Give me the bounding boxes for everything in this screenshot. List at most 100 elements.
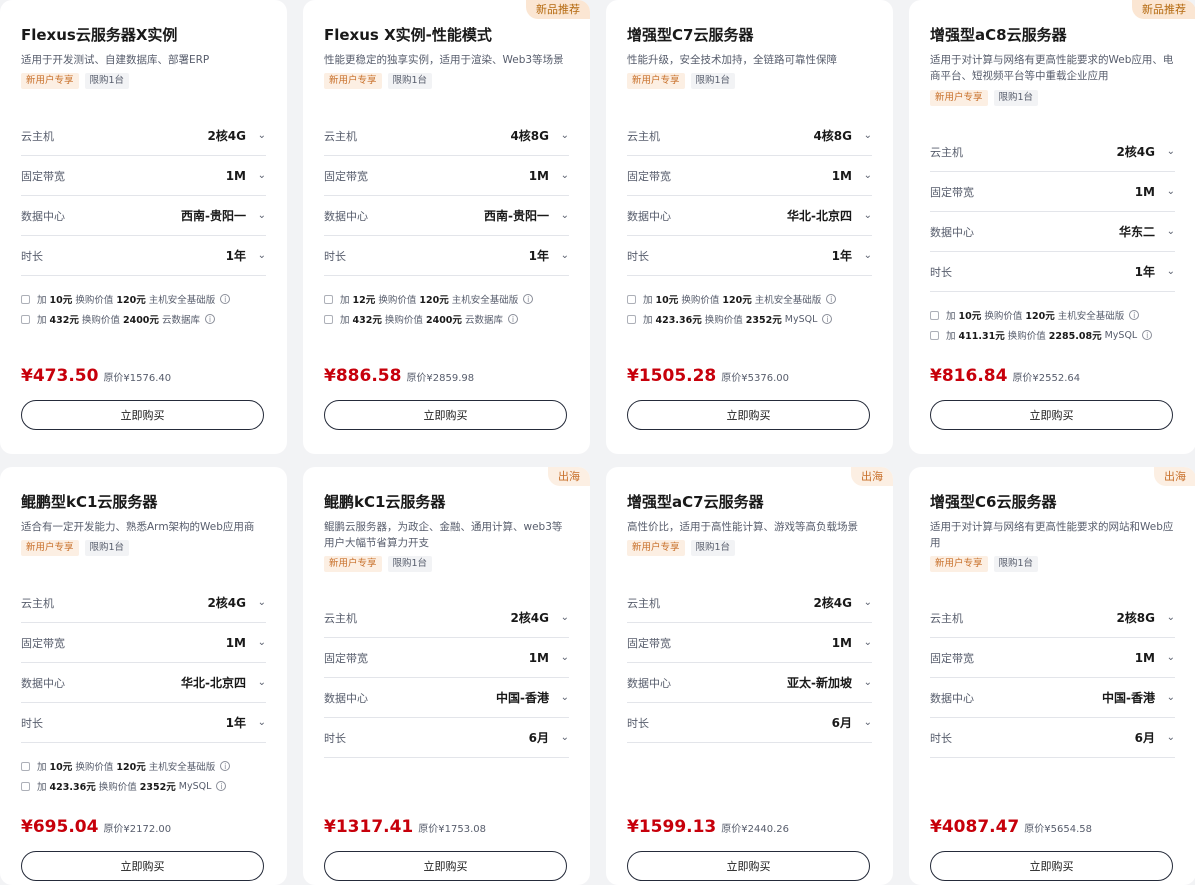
addon-product: MySQL (178, 780, 212, 792)
spec-select[interactable]: 云主机 2核4G ⌄ (627, 583, 872, 623)
spec-select[interactable]: 固定带宽 1M ⌄ (627, 156, 872, 196)
info-icon[interactable]: i (1142, 330, 1153, 340)
spec-select[interactable]: 时长 6月 ⌄ (627, 703, 872, 743)
spec-select[interactable]: 固定带宽 1M ⌄ (324, 156, 569, 196)
info-icon[interactable]: i (507, 314, 518, 324)
addon-checkbox[interactable] (21, 294, 30, 304)
info-icon[interactable]: i (822, 314, 833, 324)
chevron-down-icon[interactable]: ⌄ (1155, 692, 1175, 703)
spec-select[interactable]: 数据中心 中国-香港 ⌄ (324, 678, 569, 718)
buy-now-button[interactable]: 立即购买 (324, 851, 567, 881)
spec-select[interactable]: 固定带宽 1M ⌄ (627, 623, 872, 663)
chevron-down-icon[interactable]: ⌄ (852, 717, 872, 728)
chevron-down-icon[interactable]: ⌄ (1155, 732, 1175, 743)
chevron-down-icon[interactable]: ⌄ (852, 130, 872, 141)
chevron-down-icon[interactable]: ⌄ (1155, 226, 1175, 237)
chevron-down-icon[interactable]: ⌄ (246, 250, 266, 261)
chevron-down-icon[interactable]: ⌄ (246, 170, 266, 181)
spec-select[interactable]: 云主机 2核8G ⌄ (930, 598, 1175, 638)
product-card: 鲲鹏型kC1云服务器 适合有一定开发能力、熟悉Arm架构的Web应用商 新用户专享限… (0, 467, 287, 885)
spec-select[interactable]: 云主机 2核4G ⌄ (21, 116, 266, 156)
spec-select[interactable]: 时长 6月 ⌄ (324, 718, 569, 758)
spec-select[interactable]: 数据中心 华北-北京四 ⌄ (627, 196, 872, 236)
corner-tag: 出海 (851, 467, 893, 486)
spec-select[interactable]: 云主机 2核4G ⌄ (324, 598, 569, 638)
chevron-down-icon[interactable]: ⌄ (246, 677, 266, 688)
buy-now-button[interactable]: 立即购买 (627, 851, 870, 881)
spec-select[interactable]: 固定带宽 1M ⌄ (930, 638, 1175, 678)
chevron-down-icon[interactable]: ⌄ (549, 170, 569, 181)
addon-checkbox[interactable] (930, 310, 939, 320)
chevron-down-icon[interactable]: ⌄ (246, 637, 266, 648)
info-icon[interactable]: i (204, 314, 215, 324)
spec-select[interactable]: 时长 1年 ⌄ (21, 236, 266, 276)
spec-select[interactable]: 时长 1年 ⌄ (930, 252, 1175, 292)
spec-select[interactable]: 云主机 4核8G ⌄ (324, 116, 569, 156)
chevron-down-icon[interactable]: ⌄ (852, 637, 872, 648)
spec-select[interactable]: 时长 1年 ⌄ (627, 236, 872, 276)
spec-select[interactable]: 云主机 2核4G ⌄ (21, 583, 266, 623)
info-icon[interactable]: i (216, 781, 227, 791)
info-icon[interactable]: i (523, 294, 534, 304)
chevron-down-icon[interactable]: ⌄ (246, 717, 266, 728)
buy-now-button[interactable]: 立即购买 (21, 400, 264, 430)
spec-select[interactable]: 固定带宽 1M ⌄ (324, 638, 569, 678)
addon-checkbox[interactable] (627, 294, 636, 304)
spec-label: 时长 (930, 265, 952, 279)
chevron-down-icon[interactable]: ⌄ (1155, 652, 1175, 663)
chevron-down-icon[interactable]: ⌄ (549, 210, 569, 221)
chevron-down-icon[interactable]: ⌄ (549, 732, 569, 743)
buy-now-button[interactable]: 立即购买 (627, 400, 870, 430)
spec-select[interactable]: 固定带宽 1M ⌄ (930, 172, 1175, 212)
buy-now-button[interactable]: 立即购买 (930, 851, 1173, 881)
buy-now-button[interactable]: 立即购买 (21, 851, 264, 881)
chevron-down-icon[interactable]: ⌄ (852, 170, 872, 181)
chevron-down-icon[interactable]: ⌄ (852, 597, 872, 608)
spec-select[interactable]: 数据中心 亚太-新加坡 ⌄ (627, 663, 872, 703)
spec-select[interactable]: 固定带宽 1M ⌄ (21, 156, 266, 196)
addon-checkbox[interactable] (324, 314, 333, 324)
spec-select[interactable]: 数据中心 西南-贵阳一 ⌄ (324, 196, 569, 236)
info-icon[interactable]: i (220, 761, 231, 771)
buy-now-button[interactable]: 立即购买 (930, 400, 1173, 430)
chevron-down-icon[interactable]: ⌄ (852, 210, 872, 221)
chevron-down-icon[interactable]: ⌄ (246, 130, 266, 141)
addon-mid: 换购价值 (704, 315, 743, 326)
new-user-badge: 新用户专享 (930, 556, 988, 572)
chevron-down-icon[interactable]: ⌄ (549, 692, 569, 703)
info-icon[interactable]: i (826, 294, 837, 304)
spec-select[interactable]: 数据中心 中国-香港 ⌄ (930, 678, 1175, 718)
addon-checkbox[interactable] (324, 294, 333, 304)
chevron-down-icon[interactable]: ⌄ (1155, 612, 1175, 623)
chevron-down-icon[interactable]: ⌄ (1155, 146, 1175, 157)
info-icon[interactable]: i (1129, 310, 1140, 320)
spec-select[interactable]: 数据中心 华北-北京四 ⌄ (21, 663, 266, 703)
addon-checkbox[interactable] (627, 314, 636, 324)
chevron-down-icon[interactable]: ⌄ (246, 597, 266, 608)
spec-select[interactable]: 时长 6月 ⌄ (930, 718, 1175, 758)
addon-checkbox[interactable] (930, 330, 939, 340)
spec-select[interactable]: 时长 1年 ⌄ (324, 236, 569, 276)
chevron-down-icon[interactable]: ⌄ (1155, 186, 1175, 197)
spec-select[interactable]: 云主机 2核4G ⌄ (930, 132, 1175, 172)
chevron-down-icon[interactable]: ⌄ (1155, 266, 1175, 277)
addon-checkbox[interactable] (21, 781, 30, 791)
buy-now-button[interactable]: 立即购买 (324, 400, 567, 430)
spec-select[interactable]: 云主机 4核8G ⌄ (627, 116, 872, 156)
spec-select[interactable]: 时长 1年 ⌄ (21, 703, 266, 743)
chevron-down-icon[interactable]: ⌄ (549, 612, 569, 623)
chevron-down-icon[interactable]: ⌄ (549, 130, 569, 141)
current-price: ¥473.50 (21, 366, 99, 386)
addon-checkbox[interactable] (21, 314, 30, 324)
chevron-down-icon[interactable]: ⌄ (549, 652, 569, 663)
spec-select[interactable]: 数据中心 西南-贵阳一 ⌄ (21, 196, 266, 236)
info-icon[interactable]: i (220, 294, 231, 304)
chevron-down-icon[interactable]: ⌄ (852, 250, 872, 261)
addon-checkbox[interactable] (21, 761, 30, 771)
chevron-down-icon[interactable]: ⌄ (246, 210, 266, 221)
chevron-down-icon[interactable]: ⌄ (852, 677, 872, 688)
chevron-down-icon[interactable]: ⌄ (549, 250, 569, 261)
spec-select[interactable]: 数据中心 华东二 ⌄ (930, 212, 1175, 252)
spec-select[interactable]: 固定带宽 1M ⌄ (21, 623, 266, 663)
product-description: 高性价比，适用于高性能计算、游戏等高负载场景 (627, 521, 858, 533)
